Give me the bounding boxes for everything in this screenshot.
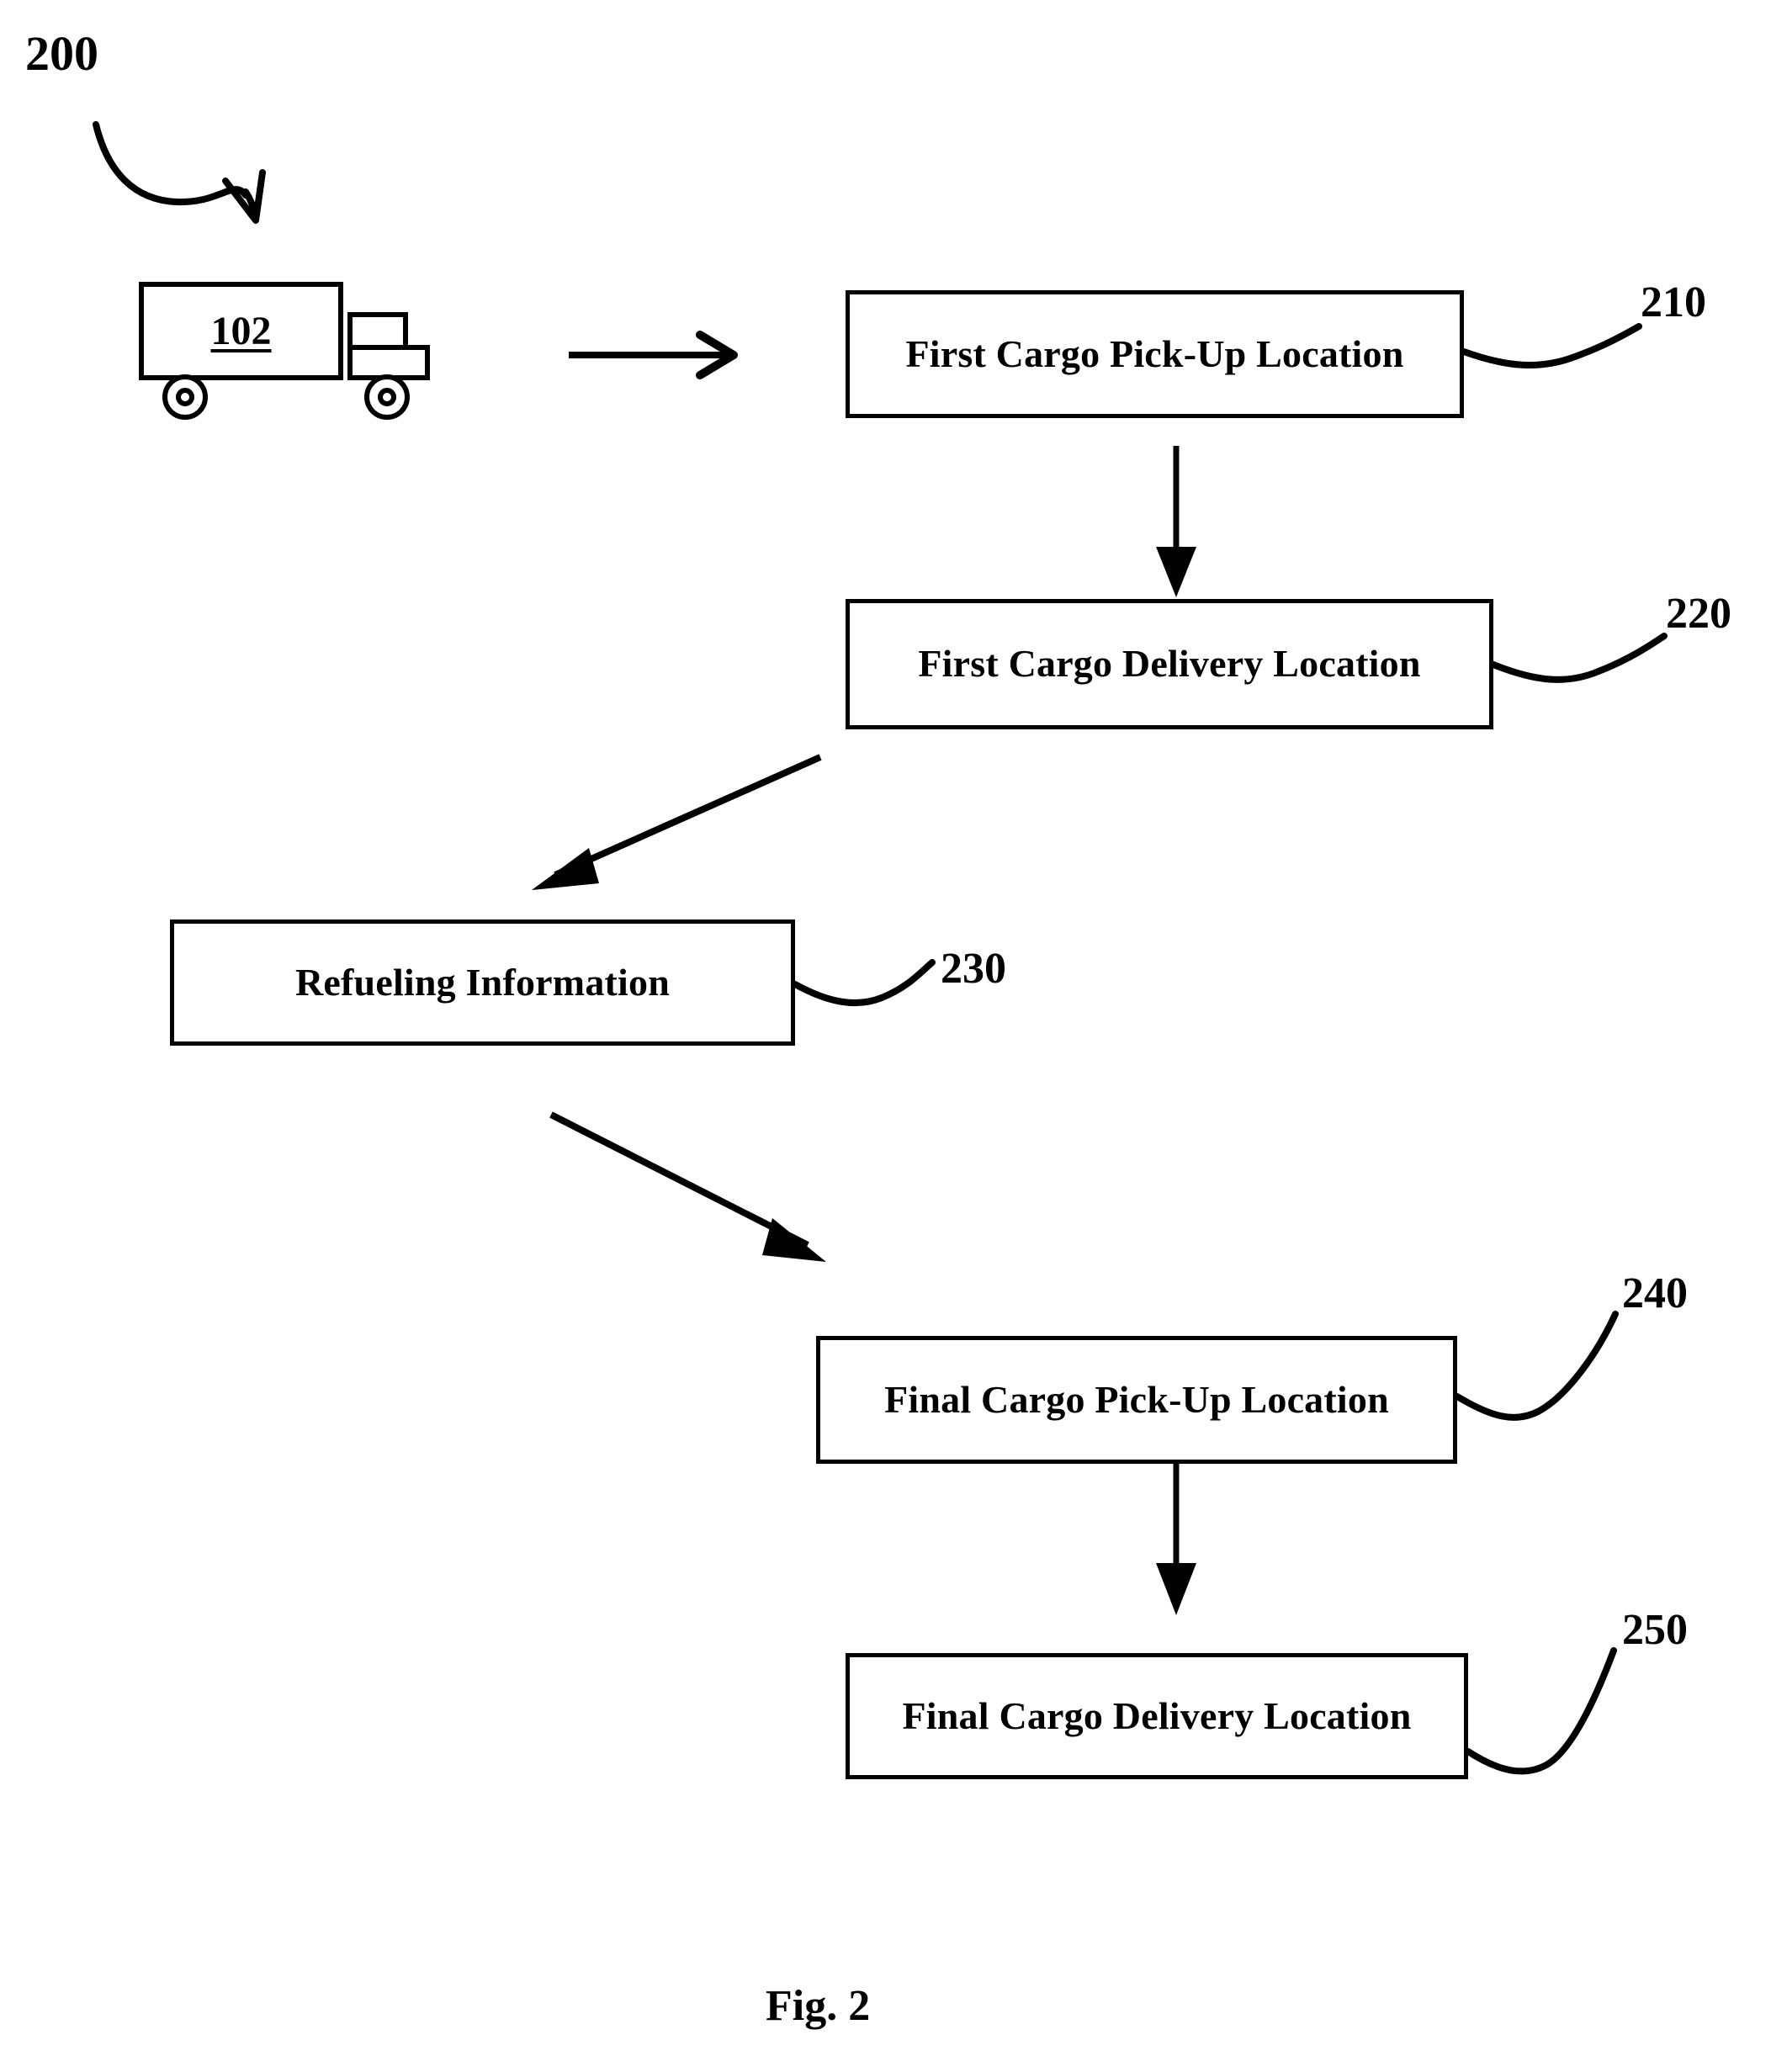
node-refueling-information-label: Refueling Information [294,960,671,1004]
arrow-refueling-to-final-pickup [549,1111,826,1262]
leader-230 [792,959,936,1007]
node-final-cargo-delivery-location-label: Final Cargo Delivery Location [902,1693,1412,1737]
figure-caption: Fig. 2 [766,1982,871,2030]
figure-number-leader [93,121,266,224]
node-refueling-information[interactable]: Refueling Information [170,919,795,1046]
node-first-cargo-pickup-location[interactable]: First Cargo Pick-Up Location [846,290,1464,418]
cargo-truck-icon: 102 [139,282,467,442]
arrow-first-delivery-to-refueling [532,754,822,890]
ref-number-210: 210 [1641,278,1706,326]
arrow-final-pickup-to-final-delivery [1156,1464,1196,1615]
truck-cargo-box: 102 [139,282,343,380]
truck-id-label: 102 [210,309,272,353]
arrow-truck-to-first-pickup [569,331,738,379]
node-first-cargo-pickup-location-label: First Cargo Pick-Up Location [905,331,1404,375]
node-first-cargo-delivery-location-label: First Cargo Delivery Location [918,642,1421,686]
leader-210 [1461,323,1642,369]
ref-number-220: 220 [1666,590,1731,638]
leader-240 [1454,1311,1619,1421]
node-final-cargo-pickup-location-label: Final Cargo Pick-Up Location [884,1377,1389,1421]
node-final-cargo-delivery-location[interactable]: Final Cargo Delivery Location [846,1653,1468,1779]
patent-figure-page: 200 102 First Cargo Pick-Up Location 210… [0,0,1771,2072]
figure-number-200: 200 [25,26,98,81]
ref-number-230: 230 [941,945,1006,993]
truck-front-wheel [364,374,410,420]
node-first-cargo-delivery-location[interactable]: First Cargo Delivery Location [846,599,1493,729]
leader-220 [1490,633,1668,683]
leader-250 [1465,1647,1617,1775]
node-final-cargo-pickup-location[interactable]: Final Cargo Pick-Up Location [816,1336,1457,1464]
arrow-first-pickup-to-first-delivery [1156,446,1196,597]
ref-number-250: 250 [1622,1606,1688,1654]
truck-cab-roof [347,312,408,346]
ref-number-240: 240 [1622,1269,1688,1317]
truck-rear-wheel [162,374,208,420]
